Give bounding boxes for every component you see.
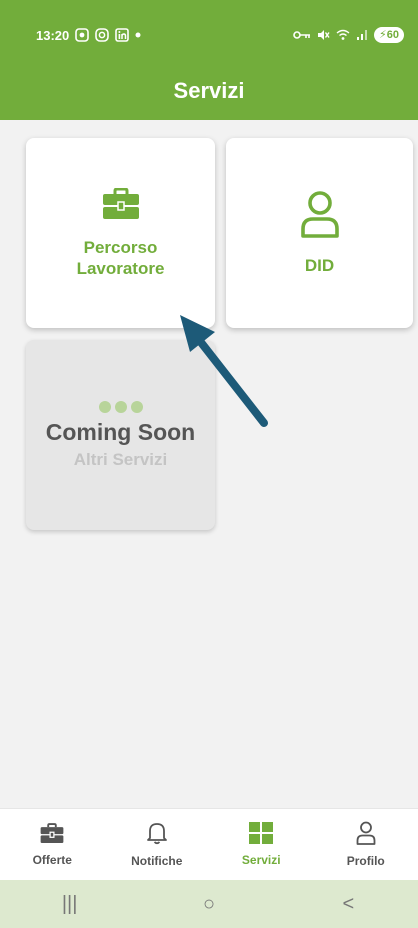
linkedin-icon — [115, 28, 130, 42]
card-coming-soon: Coming Soon Altri Servizi — [26, 340, 215, 530]
status-time: 13:20 — [36, 27, 70, 43]
user-icon — [300, 190, 340, 243]
instagram-icon — [95, 28, 110, 42]
nav-item-servizi[interactable]: Servizi — [216, 822, 306, 867]
home-button[interactable]: ○ — [169, 893, 249, 916]
dot — [130, 400, 143, 413]
battery-indicator: ⚡60 — [374, 27, 404, 43]
status-bar: 13:20 ⚡60 — [0, 0, 418, 70]
status-right: ⚡60 — [293, 27, 404, 43]
battery-icon: ⚡ — [379, 29, 387, 41]
dot — [114, 400, 127, 413]
app-header: 13:20 ⚡60 Servizi — [0, 0, 418, 120]
card-did[interactable]: DID — [226, 138, 413, 328]
notification-dot-icon — [135, 32, 141, 38]
page-title: Servizi — [173, 78, 245, 103]
grid-icon — [249, 822, 274, 847]
mute-icon — [317, 29, 330, 41]
wifi-icon — [336, 29, 350, 41]
nav-item-notifiche[interactable]: Notifiche — [112, 821, 202, 868]
nav-label: Servizi — [241, 853, 281, 867]
bottom-nav: Offerte Notifiche Servizi Profilo — [0, 808, 418, 880]
briefcase-icon — [102, 187, 140, 225]
dots-icon — [98, 400, 143, 413]
signal-icon — [356, 29, 368, 41]
card-percorso-lavoratore[interactable]: Percorso Lavoratore — [26, 138, 215, 328]
card-label: Percorso Lavoratore — [76, 237, 165, 278]
nav-label: Offerte — [32, 852, 72, 867]
briefcase-icon — [40, 822, 64, 847]
nav-item-profilo[interactable]: Profilo — [321, 821, 411, 868]
coming-soon-subtitle: Altri Servizi — [73, 449, 168, 469]
back-button[interactable]: < — [308, 893, 388, 916]
bell-icon — [146, 821, 168, 848]
nav-label: Notifiche — [131, 854, 183, 868]
status-left: 13:20 — [36, 28, 141, 43]
battery-level: 60 — [386, 29, 399, 41]
system-nav-bar: ||| ○ < — [0, 880, 418, 928]
coming-soon-title: Coming Soon — [45, 418, 196, 445]
user-icon — [356, 821, 376, 848]
vpn-key-icon — [293, 30, 311, 40]
recents-button[interactable]: ||| — [30, 893, 110, 916]
screenshot-icon — [75, 28, 90, 42]
nav-label: Profilo — [346, 854, 385, 868]
nav-item-offerte[interactable]: Offerte — [7, 822, 97, 867]
card-label: DID — [304, 256, 335, 275]
dot — [98, 400, 111, 413]
